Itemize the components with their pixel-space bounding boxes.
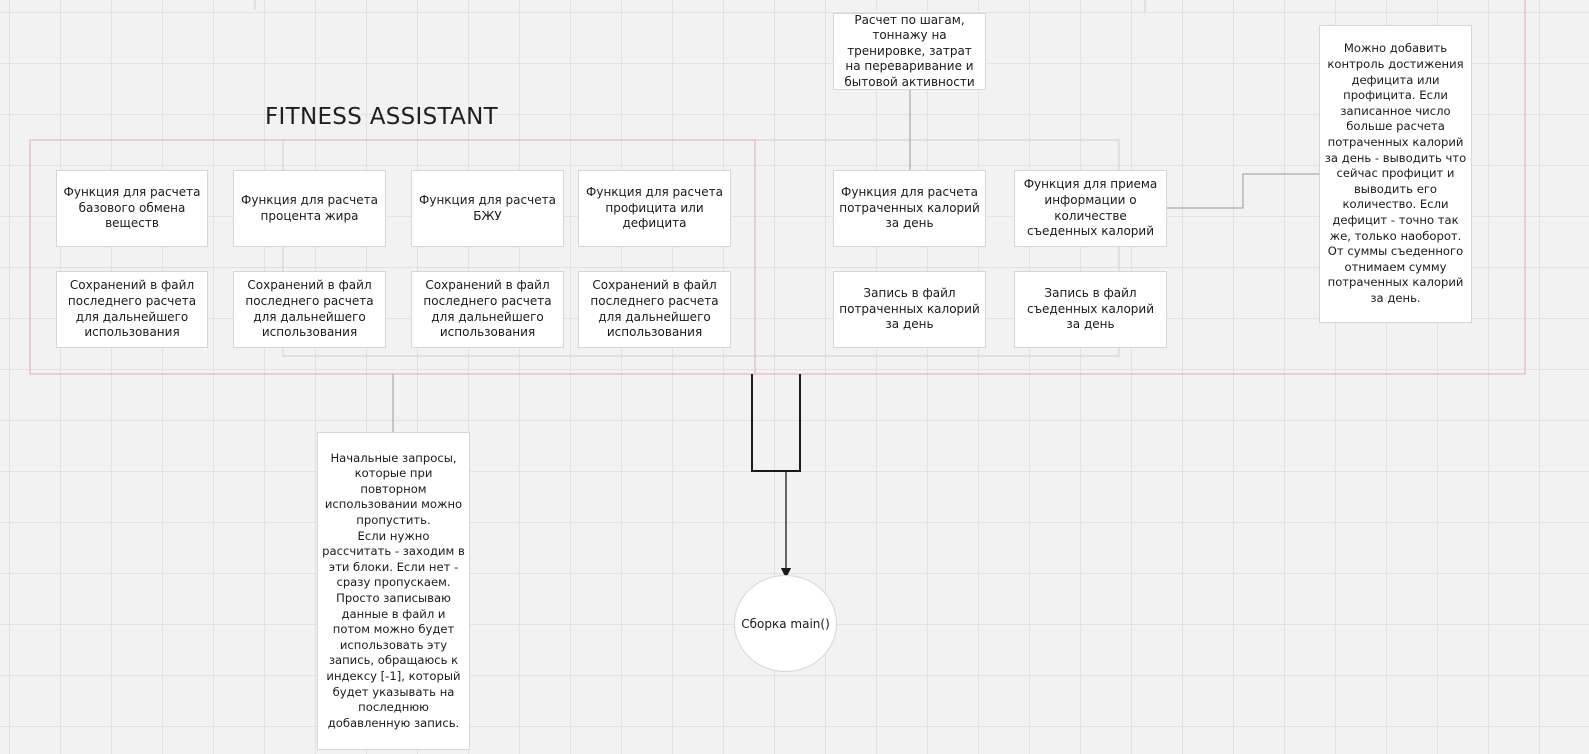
bmr-function-node[interactable]: Функция для расчета базового обмена веще… bbox=[56, 170, 208, 247]
bju-function-node[interactable]: Функция для расчета БЖУ bbox=[411, 170, 564, 247]
steps-calculation-note[interactable]: Расчет по шагам, тоннажу на тренировке, … bbox=[833, 13, 986, 90]
calories-spent-save-node[interactable]: Запись в файл потраченных калорий за ден… bbox=[833, 271, 986, 348]
fat-percent-function-node[interactable]: Функция для расчета процента жира bbox=[233, 170, 386, 247]
fat-percent-save-node[interactable]: Сохранений в файл последнего расчета для… bbox=[233, 271, 386, 348]
main-assembly-connector bbox=[751, 374, 801, 472]
main-assembly-node[interactable]: Сборка main() bbox=[734, 575, 837, 672]
diagram-canvas: FITNESS ASSISTANT Функция для расчета ба… bbox=[0, 0, 1589, 754]
bmr-save-node[interactable]: Сохранений в файл последнего расчета для… bbox=[56, 271, 208, 348]
initial-requests-note[interactable]: Начальные запросы, которые при повторном… bbox=[317, 432, 470, 750]
calories-eaten-function-node[interactable]: Функция для приема информации о количест… bbox=[1014, 170, 1167, 247]
deficit-control-note[interactable]: Можно добавить контроль достижения дефиц… bbox=[1319, 25, 1472, 323]
calories-spent-function-node[interactable]: Функция для расчета потраченных калорий … bbox=[833, 170, 986, 247]
calories-eaten-save-node[interactable]: Запись в файл съеденных калорий за день bbox=[1014, 271, 1167, 348]
surplus-deficit-save-node[interactable]: Сохранений в файл последнего расчета для… bbox=[578, 271, 731, 348]
bju-save-node[interactable]: Сохранений в файл последнего расчета для… bbox=[411, 271, 564, 348]
diagram-title: FITNESS ASSISTANT bbox=[265, 104, 498, 130]
control-note-connector bbox=[1167, 173, 1319, 209]
surplus-deficit-function-node[interactable]: Функция для расчета профицита или дефици… bbox=[578, 170, 731, 247]
